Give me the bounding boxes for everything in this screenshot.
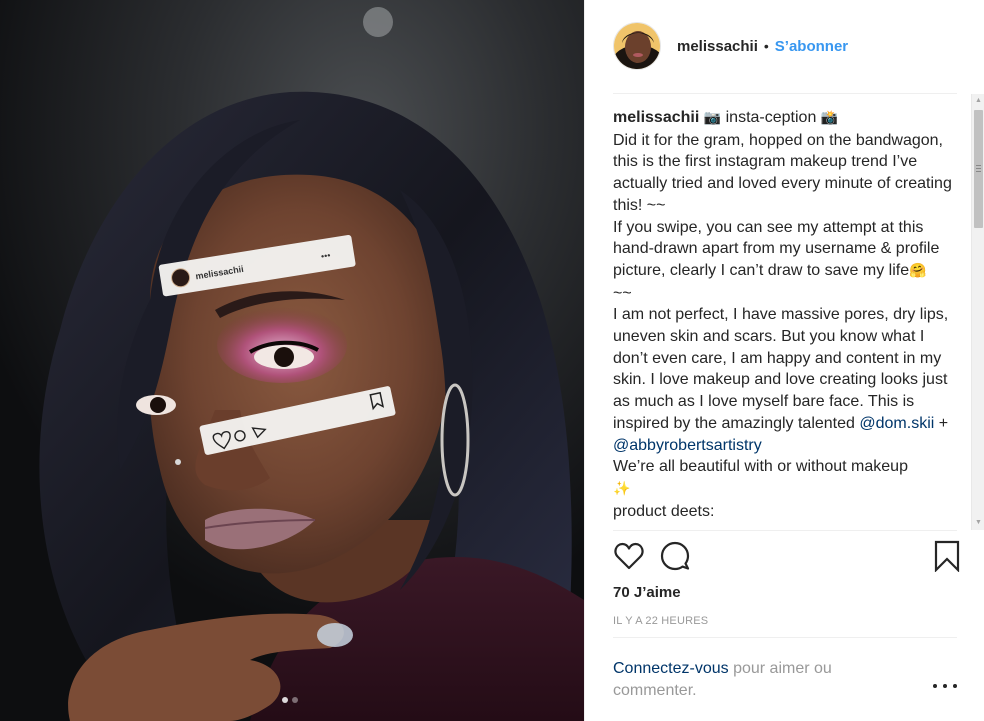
- sparkles-icon: ✨: [613, 480, 631, 497]
- eyeshadow: [217, 307, 347, 383]
- save-button[interactable]: [931, 540, 963, 573]
- carousel-dot-active: [282, 697, 288, 703]
- login-link[interactable]: Connectez-vous: [613, 660, 729, 677]
- follow-button[interactable]: S’abonner: [775, 38, 848, 55]
- caption-body-2: ~~ I am not perfect, I have massive pore…: [613, 284, 949, 432]
- caption-container[interactable]: melissachii 📷 insta-ception 📸 Did it for…: [613, 107, 971, 528]
- scroll-up-arrow-icon[interactable]: ▲: [972, 94, 984, 108]
- iris-right: [274, 347, 294, 367]
- header-username[interactable]: melissachii: [677, 38, 758, 55]
- hugging-face-icon: 🤗: [909, 262, 927, 279]
- post-photo[interactable]: melissachii •••: [0, 0, 584, 721]
- iris-left: [150, 397, 166, 413]
- header-divider: [613, 93, 957, 94]
- caption-text: melissachii 📷 insta-ception 📸 Did it for…: [613, 107, 953, 522]
- heart-icon: [614, 542, 644, 570]
- mention-link-dom-skii[interactable]: @dom.skii: [859, 415, 934, 432]
- caption-author[interactable]: melissachii: [613, 109, 699, 126]
- avatar[interactable]: [613, 22, 661, 70]
- camera-icon: 📷: [703, 110, 722, 126]
- painted-dots: •••: [320, 250, 331, 261]
- fingernail: [317, 623, 353, 647]
- post-header: melissachii • S’abonner: [613, 20, 957, 72]
- more-options-button[interactable]: [933, 676, 957, 696]
- more-dot: [953, 684, 957, 688]
- footer-divider: [613, 637, 957, 638]
- comment-icon: [660, 541, 690, 571]
- post-side-panel: melissachii • S’abonner melissachii 📷 in…: [584, 0, 984, 721]
- caption-divider: [613, 530, 957, 531]
- post-timestamp[interactable]: IL Y A 22 HEURES: [613, 615, 708, 627]
- avatar-image: [614, 23, 660, 69]
- mention-link-abbyrobertsartistry[interactable]: @abbyrobertsartistry: [613, 437, 762, 454]
- scrollbar-thumb[interactable]: [974, 110, 983, 228]
- caption-body-3: We’re all beautiful with or without make…: [613, 458, 908, 476]
- camera-flash-icon: 📸: [820, 110, 839, 126]
- bookmark-icon: [934, 540, 960, 573]
- separator-dot: •: [763, 38, 769, 54]
- login-prompt: Connectez-vous pour aimer ou commenter.: [613, 658, 913, 702]
- carousel-dot: [292, 697, 298, 703]
- caption-body-1: Did it for the gram, hopped on the bandw…: [613, 131, 952, 279]
- ceiling-light: [363, 7, 393, 37]
- caption-plus: +: [934, 414, 953, 432]
- caption-title: insta-ception: [721, 109, 821, 126]
- like-button[interactable]: [613, 540, 645, 572]
- more-dot: [943, 684, 947, 688]
- action-bar: [613, 540, 963, 576]
- more-horizontal-icon: [933, 684, 937, 688]
- caption-body-4: product deets:: [613, 502, 715, 520]
- nose-ring: [175, 459, 181, 465]
- scrollbar-grip-icon: [976, 165, 981, 174]
- selfie-illustration: melissachii •••: [0, 0, 584, 721]
- scroll-down-arrow-icon[interactable]: ▼: [972, 516, 984, 530]
- caption-scrollbar[interactable]: ▲ ▼: [971, 94, 984, 530]
- likes-count[interactable]: 70 J’aime: [613, 584, 681, 601]
- comment-button[interactable]: [659, 540, 691, 572]
